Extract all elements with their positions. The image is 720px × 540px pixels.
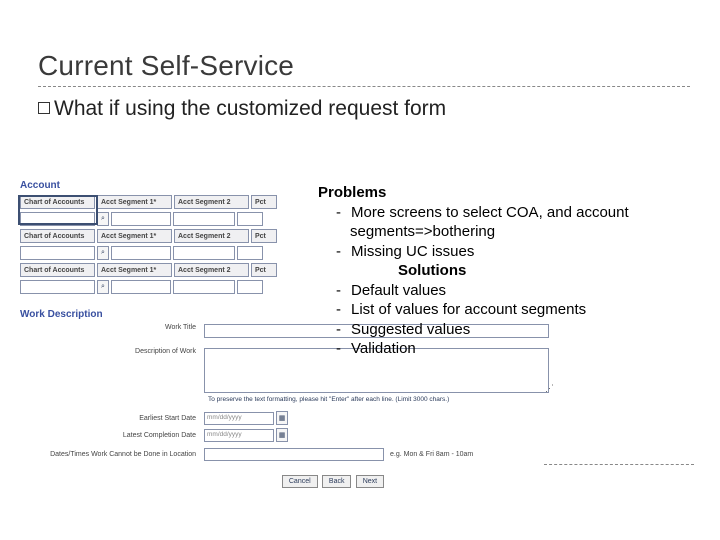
- times-hint: e.g. Mon & Fri 8am - 10am: [386, 451, 473, 458]
- calendar-icon[interactable]: ▦: [276, 428, 288, 442]
- desc-of-work-label: Description of Work: [20, 348, 202, 355]
- solution-item: List of values for account segments: [336, 300, 698, 320]
- bullet-box-icon: [38, 102, 50, 114]
- seg1-input[interactable]: [111, 212, 171, 226]
- textarea-hint: To preserve the text formatting, please …: [208, 396, 575, 403]
- solutions-list: Default values List of values for accoun…: [318, 281, 698, 359]
- work-title-label: Work Title: [20, 324, 202, 331]
- next-button[interactable]: Next: [356, 475, 384, 488]
- solution-item: Suggested values: [336, 320, 698, 340]
- footer-divider: [544, 464, 694, 465]
- col-seg1: Acct Segment 1*: [97, 195, 172, 209]
- times-label: Dates/Times Work Cannot be Done in Locat…: [20, 451, 202, 458]
- times-input[interactable]: [204, 448, 384, 461]
- problems-heading: Problems: [318, 183, 698, 203]
- problem-item: More screens to select COA, and account …: [336, 203, 698, 242]
- subtitle-rest: if using the customized request form: [103, 97, 446, 120]
- pct-input[interactable]: [237, 212, 263, 226]
- cancel-button[interactable]: Cancel: [282, 475, 318, 488]
- solution-item: Validation: [336, 339, 698, 359]
- latest-date-input[interactable]: mm/dd/yyyy: [204, 429, 274, 442]
- highlight-coa: [18, 195, 98, 225]
- slide-subtitle: What if using the customized request for…: [38, 97, 690, 121]
- solution-item: Default values: [336, 281, 698, 301]
- back-button[interactable]: Back: [322, 475, 352, 488]
- col-seg2: Acct Segment 2: [174, 195, 249, 209]
- form-buttons: Cancel Back Next: [208, 475, 458, 488]
- overlay-text: Problems More screens to select COA, and…: [318, 183, 698, 359]
- subtitle-what: What: [54, 97, 103, 120]
- latest-date-label: Latest Completion Date: [20, 432, 202, 439]
- problems-list: More screens to select COA, and account …: [318, 203, 698, 262]
- problem-item: Missing UC issues: [336, 242, 698, 262]
- calendar-icon[interactable]: ▦: [276, 411, 288, 425]
- seg2-input[interactable]: [173, 212, 235, 226]
- earliest-date-input[interactable]: mm/dd/yyyy: [204, 412, 274, 425]
- slide-title: Current Self-Service: [38, 50, 690, 87]
- lookup-icon[interactable]: ⌕: [97, 246, 109, 260]
- earliest-date-label: Earliest Start Date: [20, 415, 202, 422]
- lookup-icon[interactable]: ⌕: [97, 212, 109, 226]
- resize-icon: ⋰: [545, 383, 554, 394]
- lookup-icon[interactable]: ⌕: [97, 280, 109, 294]
- col-pct: Pct: [251, 195, 277, 209]
- solutions-heading: Solutions: [398, 261, 698, 281]
